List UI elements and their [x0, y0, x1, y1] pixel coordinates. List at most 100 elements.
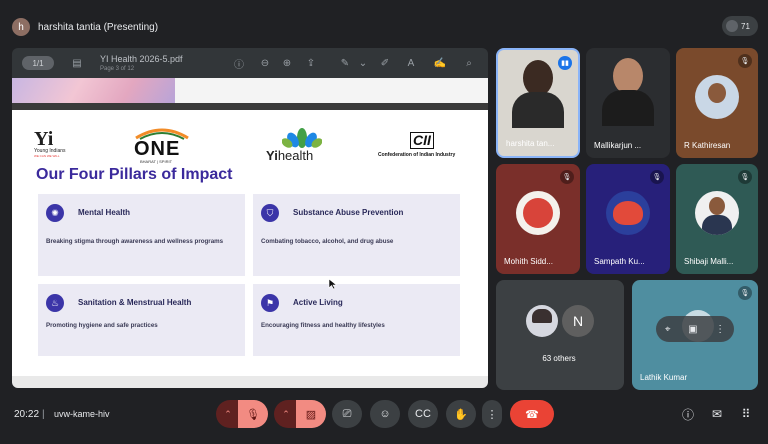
pillar-title: Mental Health — [78, 208, 131, 217]
others-tile[interactable]: N 63 others — [496, 280, 624, 390]
phone-hangup-icon: ☎ — [525, 408, 539, 421]
pillar-card: ⚑ Active Living Encouraging fitness and … — [253, 284, 460, 356]
others-initial-avatar: N — [562, 305, 594, 337]
pillar-description: Breaking stigma through awareness and we… — [46, 238, 224, 245]
previous-page-strip — [12, 78, 488, 103]
activities-button[interactable]: ⠿ — [734, 402, 758, 426]
text-icon[interactable]: A — [404, 56, 418, 70]
one-bharat-logo: ONE BHARAT | SPIRIT — [132, 124, 192, 166]
participant-tile[interactable]: 🎙 Shibaji Malli... — [676, 164, 758, 274]
mic-off-icon: 🎙 — [246, 408, 260, 421]
pillar-description: Promoting hygiene and safe practices — [46, 322, 158, 329]
emoji-icon: ☺ — [379, 408, 391, 420]
mic-toggle-button[interactable]: 🎙 — [238, 400, 268, 428]
hand-icon: ✋ — [454, 408, 468, 421]
speaking-icon: ▮▮ — [558, 56, 572, 70]
mic-off-icon: 🎙 — [738, 170, 752, 184]
video-body — [602, 90, 654, 126]
participant-name: Shibaji Malli... — [684, 257, 734, 266]
participant-tile[interactable]: Mallikarjun ... — [586, 48, 670, 158]
chevron-down-icon[interactable]: ⌄ — [358, 56, 368, 70]
pillar-description: Combating tobacco, alcohol, and drug abu… — [261, 238, 394, 245]
one-logo-text: ONE — [134, 138, 181, 160]
avatar-helmet — [613, 201, 643, 225]
participant-avatar — [606, 191, 650, 235]
camera-off-icon: ▨ — [305, 408, 317, 421]
yi-logo-mark: Yi — [34, 128, 54, 150]
participant-tile[interactable]: ▮▮ harshita tan... — [496, 48, 580, 158]
camera-toggle-button[interactable]: ▨ — [296, 400, 326, 428]
pdf-page-label: Page 3 of 12 — [100, 66, 135, 72]
cii-logo-mark: CII — [410, 132, 434, 149]
participant-name: Sampath Ku... — [594, 257, 645, 266]
pdf-title: YI Health 2026-5.pdf — [100, 54, 183, 64]
zoom-out-icon[interactable]: ⊖ — [258, 56, 272, 70]
reactions-button[interactable]: ☺ — [370, 400, 400, 428]
running-icon: ⚑ — [261, 294, 279, 312]
avatar-suit — [702, 215, 732, 235]
presenter-label: harshita tantia (Presenting) — [38, 21, 159, 33]
one-logo-sub: BHARAT | SPIRIT — [140, 159, 173, 164]
participant-tile[interactable]: 🎙 R Kathiresan — [676, 48, 758, 158]
more-options-button[interactable]: ⋮ — [482, 400, 502, 428]
avatar-face — [708, 83, 726, 103]
info-icon[interactable]: ⓘ — [232, 56, 246, 71]
participant-name: R Kathiresan — [684, 141, 731, 150]
presenter-indicator: h harshita tantia (Presenting) — [12, 16, 158, 38]
slide-heading: Our Four Pillars of Impact — [36, 166, 233, 183]
participant-name: Lathik Kumar — [640, 373, 688, 382]
more-vert-icon: ⋮ — [486, 408, 498, 421]
presentation-stage: 1/1 ▤ YI Health 2026-5.pdf Page 3 of 12 … — [12, 48, 488, 388]
pillar-card: ⛉ Substance Abuse Prevention Combating t… — [253, 194, 460, 276]
meeting-info-button[interactable]: ⓘ — [676, 402, 700, 426]
participant-name: harshita tan... — [506, 139, 555, 148]
zoom-in-icon[interactable]: ⊕ — [280, 56, 294, 70]
yi-health-text: Yihealth — [266, 148, 313, 163]
yi-logo-tagline: WE CAN WE WILL — [34, 154, 60, 158]
video-options-chevron-icon[interactable]: ⌃ — [274, 400, 298, 428]
mic-off-icon: 🎙 — [560, 170, 574, 184]
raise-hand-button[interactable]: ✋ — [446, 400, 476, 428]
participant-tile[interactable]: 🎙 Sampath Ku... — [586, 164, 670, 274]
pdf-toolbar: 1/1 ▤ YI Health 2026-5.pdf Page 3 of 12 … — [12, 48, 488, 78]
mouse-cursor-icon — [328, 278, 338, 290]
yi-health-prefix: Yi — [266, 148, 278, 163]
participant-tile[interactable]: ⌖ ▣ ⋮ 🎙 Lathik Kumar — [632, 280, 758, 390]
pillar-title: Active Living — [293, 298, 343, 307]
video-head — [613, 58, 643, 94]
participant-name: Mohith Sidd... — [504, 257, 553, 266]
chat-button[interactable]: ✉ — [705, 402, 729, 426]
previous-page-art — [12, 78, 175, 103]
frame-icon[interactable]: ▣ — [688, 324, 697, 335]
audio-options-chevron-icon[interactable]: ⌃ — [216, 400, 240, 428]
pillar-title: Sanitation & Menstrual Health — [78, 298, 192, 307]
cii-logo: CII Confederation of Indian Industry — [378, 132, 478, 162]
captions-button[interactable]: CC — [408, 400, 438, 428]
more-vert-icon[interactable]: ⋮ — [715, 324, 725, 335]
next-page-strip — [12, 376, 488, 388]
participant-tile[interactable]: 🎙 Mohith Sidd... — [496, 164, 580, 274]
highlight-icon[interactable]: ✎ — [338, 56, 352, 70]
video-body — [512, 92, 564, 128]
draw-icon[interactable]: ✐ — [378, 56, 392, 70]
page-indicator-pill[interactable]: 1/1 — [22, 56, 54, 70]
leave-call-button[interactable]: ☎ — [510, 400, 554, 428]
apps-grid-icon: ⠿ — [741, 407, 751, 421]
present-button[interactable]: ⎚ — [332, 400, 362, 428]
others-avatar — [526, 305, 558, 337]
shield-icon: ⛉ — [261, 204, 279, 222]
pillar-card: ✺ Mental Health Breaking stigma through … — [38, 194, 245, 276]
others-label: 63 others — [542, 354, 576, 363]
pdf-viewport[interactable]: Yi Young Indians WE CAN WE WILL ONE BHAR… — [12, 78, 488, 388]
share-icon[interactable]: ⇪ — [304, 56, 318, 70]
presenter-avatar: h — [12, 18, 30, 36]
sidebar-toggle-icon[interactable]: ▤ — [70, 56, 84, 70]
meeting-code: uvw-kame-hiv — [54, 409, 110, 419]
avatar-hair — [532, 309, 552, 323]
cii-logo-text: Confederation of Indian Industry — [378, 152, 456, 158]
participants-button[interactable]: 71 — [722, 16, 758, 36]
separator: | — [42, 409, 45, 420]
search-icon[interactable]: ⌕ — [462, 56, 476, 70]
sign-icon[interactable]: ✍ — [432, 56, 448, 70]
pin-icon[interactable]: ⌖ — [665, 324, 671, 335]
